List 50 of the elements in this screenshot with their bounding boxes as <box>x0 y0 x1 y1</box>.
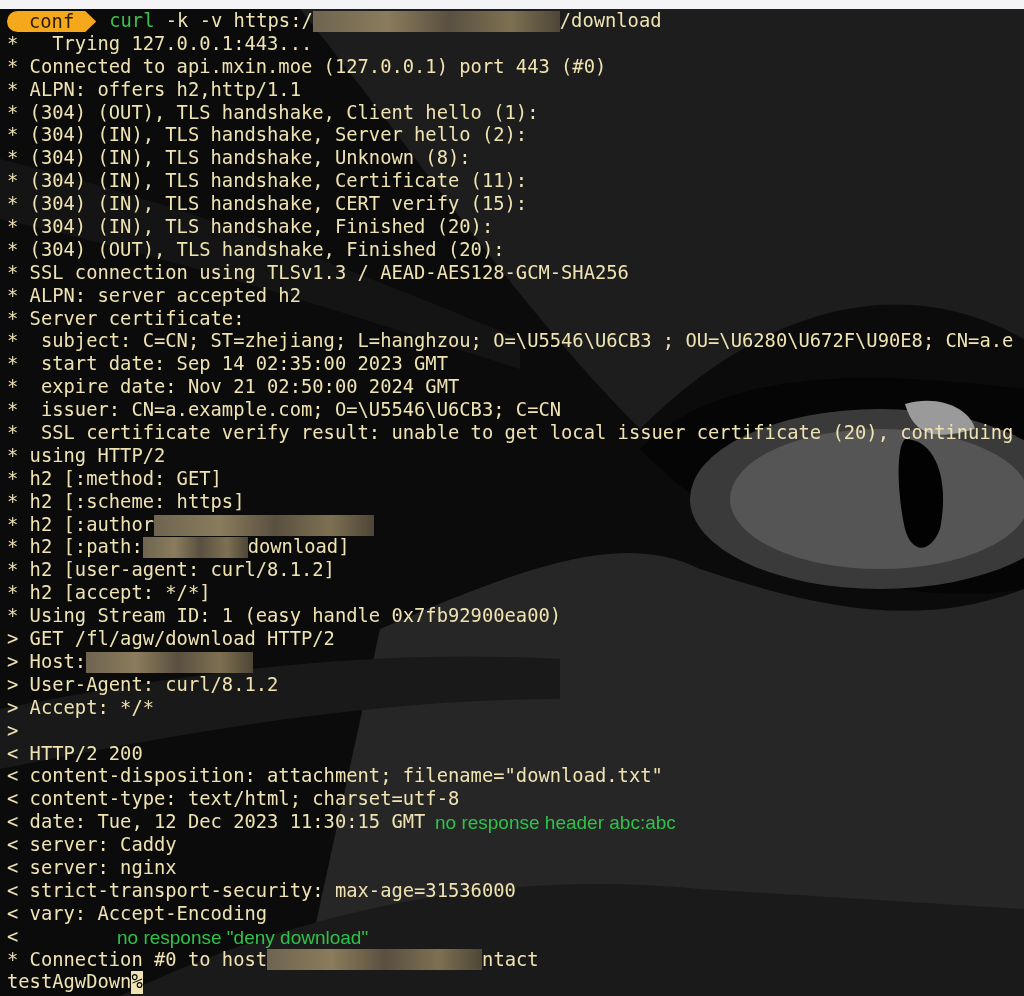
terminal-line: * h2 [:scheme: https] <box>7 490 245 514</box>
terminal-line: * start date: Sep 14 02:35:00 2023 GMT <box>7 353 448 377</box>
terminal-line: > User-Agent: curl/8.1.2 <box>7 673 279 697</box>
terminal-line: * Connected to api.mxin.moe (127.0.0.1) port 443 (#0) <box>7 55 607 79</box>
terminal-line: * h2 [accept: */*] <box>7 582 211 606</box>
annotation-text: no response header abc:abc <box>435 812 676 835</box>
terminal-line: * Using Stream ID: 1 (easy handle 0x7fb92900ea00) <box>7 605 562 629</box>
terminal-line: * ALPN: server accepted h2 <box>7 284 301 308</box>
terminal-line: * issuer: CN=a.example.com; O=\U5546\U6CB3; C=CN <box>7 399 562 423</box>
terminal-text: download] <box>247 536 350 560</box>
terminal-line: * h2 [:method: GET] <box>7 467 222 491</box>
command-text: curl <box>109 10 155 33</box>
terminal-line: * Trying 127.0.0.1:443... <box>7 32 313 56</box>
terminal-line: * (304) (IN), TLS handshake, Unknown (8): <box>7 147 471 171</box>
terminal-line: * expire date: Nov 21 02:50:00 2024 GMT <box>7 376 460 400</box>
terminal-line: < server: nginx <box>7 856 177 880</box>
terminal-line: < server: Caddy <box>7 834 177 857</box>
terminal-line: * (304) (IN), TLS handshake, Server hello (2): <box>7 124 528 148</box>
terminal-text: /download <box>559 10 662 33</box>
terminal-line: * SSL connection using TLSv1.3 / AEAD-AES128-GCM-SHA256 <box>7 261 629 285</box>
terminal-line: * SSL certificate verify result: unable to get local issuer certificate (20), continuing <box>7 422 1014 445</box>
terminal-text: -k -v https:/ <box>164 10 313 33</box>
terminal-line: * using HTTP/2 <box>7 444 166 468</box>
terminal-line: > GET /fl/agw/download HTTP/2 <box>7 628 335 651</box>
terminal-line: * Server certificate: <box>7 307 245 331</box>
annotation-text: no response "deny download" <box>117 926 369 949</box>
cursor: % <box>131 971 143 995</box>
terminal-line: * h2 [user-agent: curl/8.1.2] <box>7 559 335 583</box>
terminal-line: * (304) (IN), TLS handshake, Certificate (11): <box>7 170 528 194</box>
terminal-line: < content-disposition: attachment; filename="download.txt" <box>7 765 663 789</box>
terminal-line: < vary: Accept-Encoding <box>7 902 268 926</box>
terminal-text: > Host: <box>7 650 87 674</box>
terminal-line: > Accept: */* <box>7 696 154 720</box>
terminal-line: < content-type: text/html; charset=utf-8 <box>7 788 460 812</box>
terminal-text: * h2 [:path: <box>7 536 143 560</box>
terminal-line: * ALPN: offers h2,http/1.1 <box>7 78 301 102</box>
terminal-line: < HTTP/2 200 <box>7 742 143 766</box>
terminal-line: * subject: C=CN; ST=zhejiang; L=hanghzou; O=\U5546\U6CB3 ; OU=\U6280\U672F\U90E8; CN=a.e <box>7 330 1014 354</box>
terminal-line: < strict-transport-security: max-age=31536000 <box>7 879 516 903</box>
terminal-text: * Connection #0 to host <box>7 948 268 972</box>
terminal-line: > <box>7 719 19 743</box>
terminal-line: * (304) (OUT), TLS handshake, Client hello (1): <box>7 101 539 125</box>
terminal-text: * h2 [:author <box>7 513 154 537</box>
terminal-line: * (304) (IN), TLS handshake, Finished (20): <box>7 216 494 239</box>
terminal-text: ntact <box>482 948 539 972</box>
terminal-line: * (304) (OUT), TLS handshake, Finished (20): <box>7 238 505 262</box>
terminal-text: testAgwDown <box>7 971 132 995</box>
terminal-line: * (304) (IN), TLS handshake, CERT verify (15): <box>7 193 528 217</box>
terminal-line: < date: Tue, 12 Dec 2023 11:30:15 GMT <box>7 811 426 835</box>
terminal-line: < <box>7 925 19 949</box>
